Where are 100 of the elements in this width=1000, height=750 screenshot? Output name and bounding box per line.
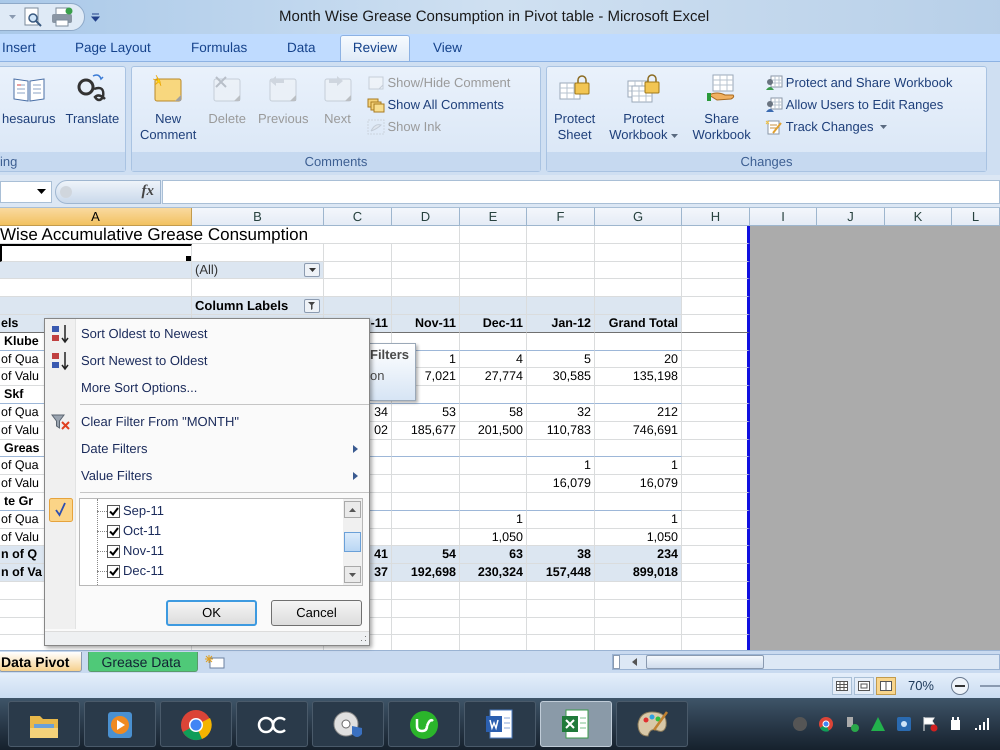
checkbox[interactable] <box>107 504 120 518</box>
taskbar-button[interactable] <box>236 701 308 747</box>
table-cell: 1 <box>595 510 682 529</box>
checkbox[interactable] <box>107 564 120 578</box>
ok-button[interactable]: OK <box>166 600 257 626</box>
scroll-up-icon[interactable] <box>344 501 361 518</box>
column-header[interactable]: B <box>192 208 324 226</box>
insert-sheet-icon[interactable] <box>204 654 226 670</box>
taskbar-button[interactable] <box>464 701 536 747</box>
column-header[interactable]: H <box>682 208 750 226</box>
column-header[interactable]: K <box>885 208 952 226</box>
dropdown-button[interactable] <box>304 263 320 277</box>
table-cell <box>460 262 527 280</box>
ribbon-button[interactable]: Track Changes <box>764 119 952 135</box>
ribbon-tab[interactable]: Page Layout <box>40 35 153 61</box>
table-cell <box>527 297 595 315</box>
scroll-thumb[interactable] <box>646 655 764 669</box>
locked-workbook-icon <box>626 73 661 105</box>
column-header[interactable]: L <box>952 208 1000 226</box>
ribbon-tab[interactable]: Review <box>340 35 410 61</box>
ribbon-tab[interactable]: Insert <box>0 35 40 61</box>
table-cell <box>460 297 527 315</box>
taskbar-button[interactable] <box>8 701 80 747</box>
table-cell <box>460 244 527 262</box>
ribbon-button[interactable]: Protect Workbook <box>607 73 680 143</box>
zoom-out-icon[interactable] <box>950 676 970 696</box>
table-cell: 157,448 <box>527 564 595 582</box>
caret-icon <box>308 268 316 272</box>
column-header[interactable]: C <box>324 208 392 226</box>
sort-descending-icon <box>50 350 72 370</box>
sheet-tab[interactable]: Data Pivot <box>0 652 82 672</box>
field-label: Column Labels <box>195 296 288 315</box>
ribbon-button[interactable]: Translate <box>63 73 122 127</box>
ribbon-tab[interactable]: View <box>410 35 489 61</box>
table-cell: 234 <box>595 546 682 564</box>
column-header[interactable]: I <box>750 208 817 226</box>
table-cell: Grand Total <box>595 314 682 333</box>
ribbon-button[interactable]: New Comment <box>138 73 198 143</box>
resize-grip-icon[interactable] <box>359 635 367 643</box>
print-preview-icon[interactable] <box>22 6 44 28</box>
checkbox[interactable] <box>107 524 120 538</box>
ribbon-button[interactable]: Share Workbook <box>690 73 753 143</box>
scroll-thumb[interactable] <box>344 532 361 552</box>
submenu-arrow-icon <box>353 472 358 480</box>
ribbon-button[interactable]: Protect Sheet <box>552 73 598 143</box>
page-break-view-icon[interactable] <box>876 676 896 694</box>
table-cell <box>527 262 595 280</box>
taskbar-button[interactable] <box>84 701 156 747</box>
tray-browser-icon[interactable] <box>818 716 834 732</box>
ribbon-tab[interactable]: Data <box>249 35 318 61</box>
sheet-tab[interactable]: Grease Data <box>88 652 198 672</box>
table-cell: Jan-12 <box>527 314 595 333</box>
taskbar-button[interactable] <box>312 701 384 747</box>
filter-button[interactable] <box>304 298 320 313</box>
ribbon-button[interactable]: Allow Users to Edit Ranges <box>764 97 952 113</box>
column-header[interactable]: E <box>460 208 527 226</box>
table-cell <box>460 457 527 476</box>
fill-handle[interactable] <box>186 256 191 261</box>
taskbar-button[interactable] <box>388 701 460 747</box>
column-header[interactable]: D <box>392 208 460 226</box>
column-header[interactable]: A <box>0 208 192 226</box>
customize-toolbar-icon[interactable] <box>91 12 100 22</box>
zoom-level[interactable]: 70% <box>908 676 934 696</box>
column-header[interactable]: J <box>817 208 885 226</box>
table-cell <box>392 582 460 600</box>
table-cell <box>527 226 595 244</box>
ribbon-button[interactable]: hesaurus <box>0 73 58 127</box>
column-header[interactable]: G <box>595 208 682 226</box>
tray-usb-icon[interactable] <box>844 716 860 732</box>
tray-flag-icon[interactable] <box>922 716 938 732</box>
signal-icon[interactable] <box>974 716 990 732</box>
split-handle[interactable] <box>613 655 620 669</box>
tray-square-icon[interactable] <box>896 716 912 732</box>
taskbar-button[interactable] <box>616 701 688 747</box>
ribbon-button[interactable]: Protect and Share Workbook <box>764 75 952 91</box>
column-header[interactable]: F <box>527 208 595 226</box>
scroll-down-icon[interactable] <box>344 566 361 583</box>
page-layout-view-icon[interactable] <box>854 676 874 694</box>
table-cell <box>392 510 460 529</box>
table-cell: 20 <box>595 350 682 368</box>
taskbar-button[interactable] <box>160 701 232 747</box>
filter-value: (All) <box>195 261 218 280</box>
group-label: Comments <box>304 152 368 171</box>
ribbon-button[interactable]: Show All Comments <box>366 97 510 113</box>
table-cell: 30,585 <box>527 368 595 386</box>
checkbox[interactable] <box>107 544 120 558</box>
formula-input[interactable] <box>162 180 1000 204</box>
table-cell <box>460 492 527 511</box>
window-title: Month Wise Grease Consumption in Pivot table - Microsoft Excel <box>279 6 710 27</box>
normal-view-icon[interactable] <box>832 676 852 694</box>
table-cell: 4 <box>460 350 527 368</box>
table-cell: 212 <box>595 404 682 422</box>
insert-function-button[interactable]: fx <box>142 180 154 203</box>
tray-triangle-icon[interactable] <box>870 716 886 732</box>
print-icon[interactable] <box>50 6 74 28</box>
scrollbar[interactable] <box>343 499 362 585</box>
table-cell <box>460 226 527 244</box>
cancel-button[interactable]: Cancel <box>271 600 362 626</box>
ribbon-tab[interactable]: Formulas <box>153 35 249 61</box>
name-box[interactable] <box>0 180 52 202</box>
